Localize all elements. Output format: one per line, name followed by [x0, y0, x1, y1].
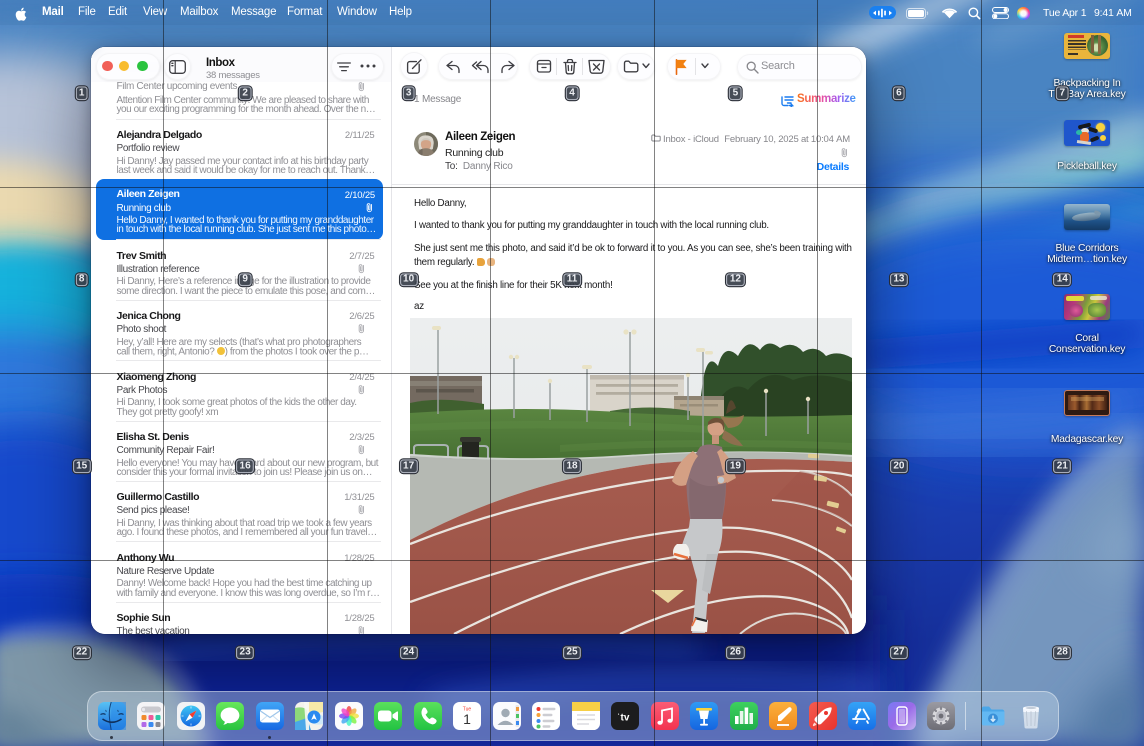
- svg-text:tv: tv: [621, 713, 630, 724]
- svg-text:1: 1: [463, 711, 471, 727]
